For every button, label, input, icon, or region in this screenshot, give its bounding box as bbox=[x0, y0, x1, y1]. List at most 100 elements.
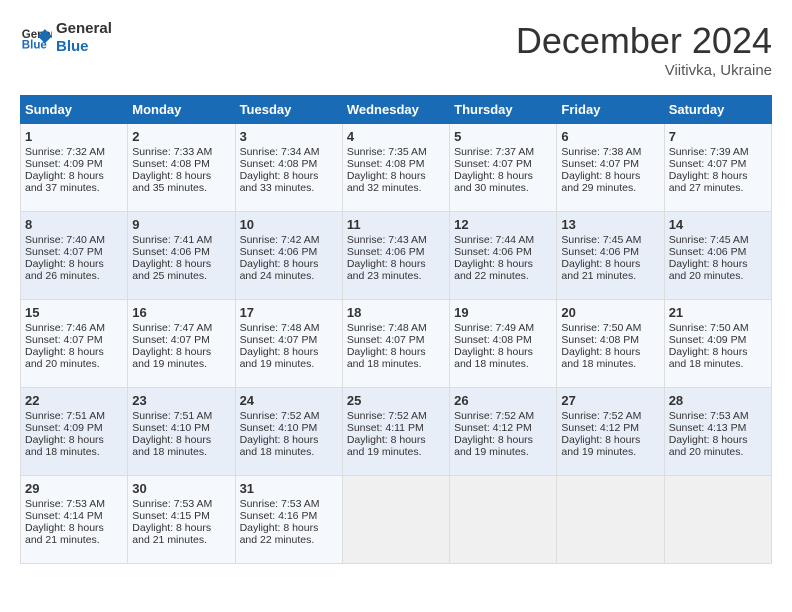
day-number: 21 bbox=[669, 305, 767, 320]
day-number: 24 bbox=[240, 393, 338, 408]
day-info-line: Sunrise: 7:52 AM bbox=[454, 410, 552, 422]
day-info-line: Daylight: 8 hours bbox=[25, 522, 123, 534]
day-info-line: Sunrise: 7:38 AM bbox=[561, 146, 659, 158]
calendar-cell bbox=[342, 476, 449, 564]
calendar-cell: 5Sunrise: 7:37 AMSunset: 4:07 PMDaylight… bbox=[450, 124, 557, 212]
calendar-cell: 26Sunrise: 7:52 AMSunset: 4:12 PMDayligh… bbox=[450, 388, 557, 476]
day-info-line: Sunrise: 7:53 AM bbox=[25, 498, 123, 510]
day-info-line: Daylight: 8 hours bbox=[25, 346, 123, 358]
calendar-cell: 1Sunrise: 7:32 AMSunset: 4:09 PMDaylight… bbox=[21, 124, 128, 212]
location-subtitle: Viitivka, Ukraine bbox=[516, 62, 772, 79]
col-header-friday: Friday bbox=[557, 96, 664, 124]
day-info-line: and 19 minutes. bbox=[561, 446, 659, 458]
day-info-line: and 18 minutes. bbox=[132, 446, 230, 458]
logo: General Blue General Blue bbox=[20, 20, 112, 56]
col-header-saturday: Saturday bbox=[664, 96, 771, 124]
day-info-line: and 33 minutes. bbox=[240, 182, 338, 194]
day-info-line: Daylight: 8 hours bbox=[561, 258, 659, 270]
day-info-line: Daylight: 8 hours bbox=[669, 434, 767, 446]
day-info-line: Sunset: 4:06 PM bbox=[669, 246, 767, 258]
calendar-cell: 16Sunrise: 7:47 AMSunset: 4:07 PMDayligh… bbox=[128, 300, 235, 388]
day-info-line: and 19 minutes. bbox=[132, 358, 230, 370]
month-title: December 2024 bbox=[516, 20, 772, 62]
day-info-line: and 18 minutes. bbox=[25, 446, 123, 458]
page-header: General Blue General Blue December 2024 … bbox=[20, 20, 772, 79]
calendar-cell: 27Sunrise: 7:52 AMSunset: 4:12 PMDayligh… bbox=[557, 388, 664, 476]
day-info-line: Sunset: 4:08 PM bbox=[561, 334, 659, 346]
day-info-line: Sunset: 4:07 PM bbox=[347, 334, 445, 346]
day-number: 28 bbox=[669, 393, 767, 408]
day-info-line: Sunrise: 7:46 AM bbox=[25, 322, 123, 334]
day-info-line: Sunrise: 7:35 AM bbox=[347, 146, 445, 158]
calendar-cell: 24Sunrise: 7:52 AMSunset: 4:10 PMDayligh… bbox=[235, 388, 342, 476]
calendar-cell: 14Sunrise: 7:45 AMSunset: 4:06 PMDayligh… bbox=[664, 212, 771, 300]
day-info-line: Sunset: 4:07 PM bbox=[454, 158, 552, 170]
logo-general: General bbox=[56, 20, 112, 38]
day-info-line: and 22 minutes. bbox=[240, 534, 338, 546]
calendar-cell: 31Sunrise: 7:53 AMSunset: 4:16 PMDayligh… bbox=[235, 476, 342, 564]
day-info-line: Sunrise: 7:52 AM bbox=[240, 410, 338, 422]
day-info-line: Daylight: 8 hours bbox=[561, 346, 659, 358]
calendar-cell: 10Sunrise: 7:42 AMSunset: 4:06 PMDayligh… bbox=[235, 212, 342, 300]
day-info-line: Sunset: 4:08 PM bbox=[454, 334, 552, 346]
day-info-line: and 29 minutes. bbox=[561, 182, 659, 194]
day-number: 15 bbox=[25, 305, 123, 320]
day-info-line: Daylight: 8 hours bbox=[132, 522, 230, 534]
day-number: 6 bbox=[561, 129, 659, 144]
calendar-cell: 3Sunrise: 7:34 AMSunset: 4:08 PMDaylight… bbox=[235, 124, 342, 212]
day-info-line: Sunset: 4:06 PM bbox=[561, 246, 659, 258]
day-number: 30 bbox=[132, 481, 230, 496]
day-number: 10 bbox=[240, 217, 338, 232]
calendar-cell bbox=[450, 476, 557, 564]
day-info-line: Daylight: 8 hours bbox=[347, 170, 445, 182]
day-number: 8 bbox=[25, 217, 123, 232]
calendar-cell: 17Sunrise: 7:48 AMSunset: 4:07 PMDayligh… bbox=[235, 300, 342, 388]
day-info-line: Sunrise: 7:33 AM bbox=[132, 146, 230, 158]
day-info-line: and 18 minutes. bbox=[454, 358, 552, 370]
day-info-line: Sunset: 4:12 PM bbox=[561, 422, 659, 434]
day-number: 29 bbox=[25, 481, 123, 496]
day-info-line: and 30 minutes. bbox=[454, 182, 552, 194]
calendar-cell: 15 Sunrise: 7:46 AMSunset: 4:07 PMDayligh… bbox=[21, 300, 128, 388]
day-info-line: Sunset: 4:09 PM bbox=[25, 158, 123, 170]
day-info-line: Daylight: 8 hours bbox=[25, 170, 123, 182]
day-info-line: Sunset: 4:06 PM bbox=[240, 246, 338, 258]
day-info-line: Sunset: 4:06 PM bbox=[454, 246, 552, 258]
day-info-line: Sunrise: 7:52 AM bbox=[561, 410, 659, 422]
day-info-line: Sunrise: 7:41 AM bbox=[132, 234, 230, 246]
day-info-line: Daylight: 8 hours bbox=[240, 346, 338, 358]
col-header-thursday: Thursday bbox=[450, 96, 557, 124]
day-info-line: Sunrise: 7:50 AM bbox=[561, 322, 659, 334]
logo-blue: Blue bbox=[56, 38, 112, 56]
calendar-cell: 22Sunrise: 7:51 AMSunset: 4:09 PMDayligh… bbox=[21, 388, 128, 476]
day-number: 7 bbox=[669, 129, 767, 144]
day-info-line: Sunset: 4:07 PM bbox=[25, 334, 123, 346]
day-number: 25 bbox=[347, 393, 445, 408]
day-info-line: Daylight: 8 hours bbox=[561, 170, 659, 182]
day-info-line: Daylight: 8 hours bbox=[347, 258, 445, 270]
calendar-cell: 8Sunrise: 7:40 AMSunset: 4:07 PMDaylight… bbox=[21, 212, 128, 300]
day-number: 4 bbox=[347, 129, 445, 144]
col-header-sunday: Sunday bbox=[21, 96, 128, 124]
day-info-line: Sunset: 4:09 PM bbox=[25, 422, 123, 434]
day-info-line: and 32 minutes. bbox=[347, 182, 445, 194]
calendar-cell: 20Sunrise: 7:50 AMSunset: 4:08 PMDayligh… bbox=[557, 300, 664, 388]
day-number: 22 bbox=[25, 393, 123, 408]
day-info-line: Sunrise: 7:42 AM bbox=[240, 234, 338, 246]
day-number: 1 bbox=[25, 129, 123, 144]
calendar-cell: 12Sunrise: 7:44 AMSunset: 4:06 PMDayligh… bbox=[450, 212, 557, 300]
day-info-line: Sunset: 4:07 PM bbox=[240, 334, 338, 346]
day-info-line: and 24 minutes. bbox=[240, 270, 338, 282]
day-info-line: Daylight: 8 hours bbox=[454, 258, 552, 270]
day-info-line: Sunset: 4:07 PM bbox=[132, 334, 230, 346]
day-info-line: Sunrise: 7:45 AM bbox=[561, 234, 659, 246]
day-info-line: and 20 minutes. bbox=[25, 358, 123, 370]
day-info-line: Sunset: 4:15 PM bbox=[132, 510, 230, 522]
day-info-line: and 18 minutes. bbox=[561, 358, 659, 370]
day-info-line: Sunset: 4:14 PM bbox=[25, 510, 123, 522]
day-number: 19 bbox=[454, 305, 552, 320]
day-info-line: and 20 minutes. bbox=[669, 270, 767, 282]
day-info-line: and 26 minutes. bbox=[25, 270, 123, 282]
day-info-line: and 18 minutes. bbox=[669, 358, 767, 370]
day-info-line: Sunrise: 7:34 AM bbox=[240, 146, 338, 158]
